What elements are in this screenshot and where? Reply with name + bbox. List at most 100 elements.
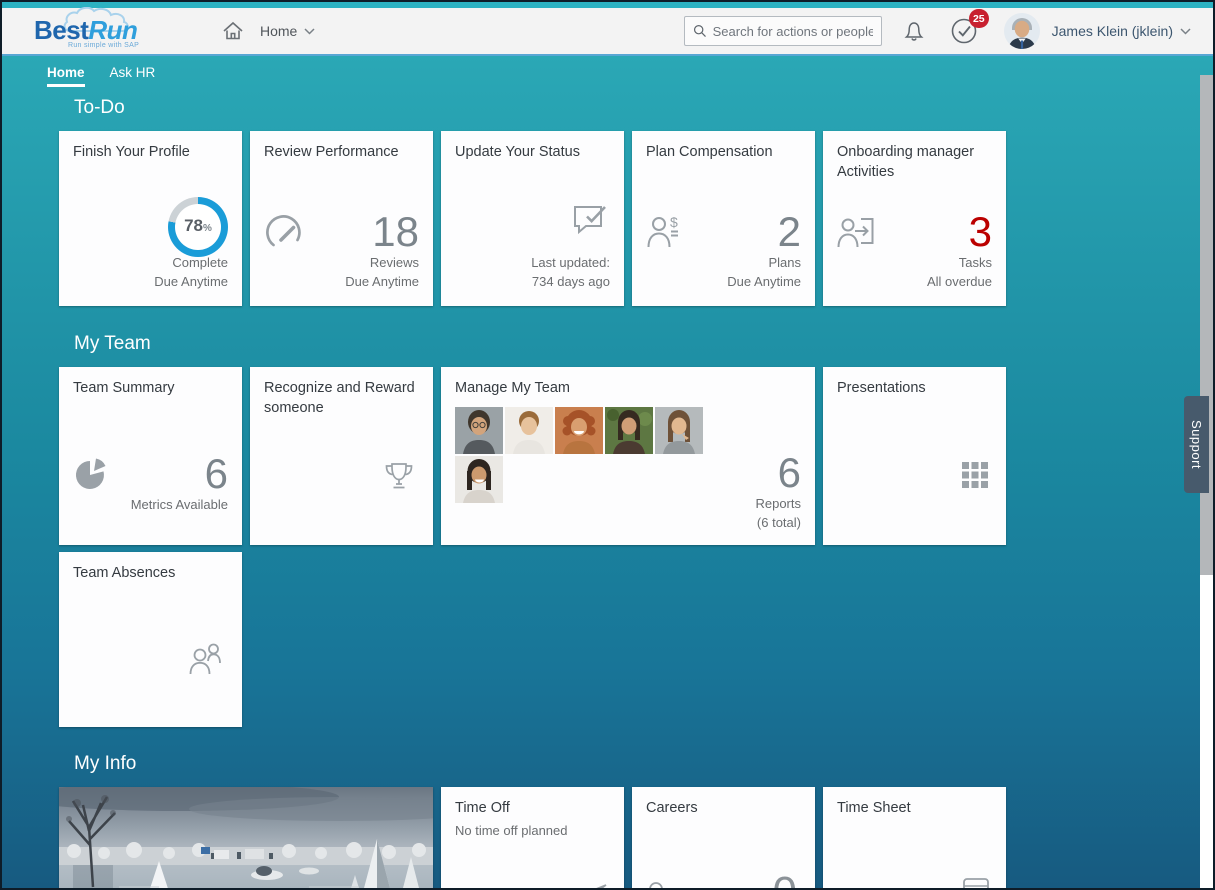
tab-ask-hr[interactable]: Ask HR bbox=[110, 65, 156, 87]
subnav-tabs: Home Ask HR bbox=[2, 56, 1213, 87]
todo-tile-row: Finish Your Profile 78% Complete Due Any… bbox=[59, 131, 1213, 306]
notifications-bell-icon[interactable] bbox=[904, 20, 924, 43]
user-menu[interactable]: James Klein (jklein) bbox=[1052, 23, 1191, 39]
profile-completion-ring: 78% bbox=[168, 197, 228, 257]
my-team-tile-row-2: Team Absences bbox=[59, 552, 1213, 727]
team-member-photo[interactable] bbox=[505, 407, 553, 454]
caption: All overdue bbox=[927, 273, 992, 292]
tile-title: Update Your Status bbox=[455, 143, 610, 163]
careers-count-partial: 0 bbox=[773, 871, 797, 890]
briefcase-icon-partial bbox=[646, 879, 676, 890]
search-input[interactable] bbox=[713, 24, 873, 39]
tile-team-absences[interactable]: Team Absences bbox=[59, 552, 242, 727]
caption: 734 days ago bbox=[531, 273, 610, 292]
search-box[interactable] bbox=[684, 16, 882, 46]
caption: Complete bbox=[154, 254, 228, 273]
user-avatar[interactable] bbox=[1004, 13, 1040, 49]
tile-title: Recognize and Reward someone bbox=[264, 379, 419, 418]
tile-title: Plan Compensation bbox=[646, 143, 801, 163]
my-team-tile-row: Team Summary 6 Metrics Available Recogni… bbox=[59, 367, 1213, 545]
people-icon bbox=[188, 642, 224, 681]
home-icon[interactable] bbox=[222, 21, 244, 41]
module-dropdown-label: Home bbox=[260, 23, 297, 39]
caption: (6 total) bbox=[755, 514, 801, 533]
tile-time-sheet[interactable]: Time Sheet bbox=[823, 787, 1006, 890]
tile-time-off[interactable]: Time Off No time off planned bbox=[441, 787, 624, 890]
tile-title: Review Performance bbox=[264, 143, 419, 163]
percent-value: 78 bbox=[184, 204, 203, 248]
reports-count: 6 bbox=[755, 451, 801, 495]
tile-captions: Last updated: 734 days ago bbox=[531, 254, 610, 292]
section-todo: To-Do Finish Your Profile 78% Complete D… bbox=[2, 97, 1213, 306]
person-arrow-icon bbox=[837, 215, 875, 254]
tab-home[interactable]: Home bbox=[47, 65, 85, 87]
tile-onboarding-manager-activities[interactable]: Onboarding manager Activities 3 Tasks Al… bbox=[823, 131, 1006, 306]
chevron-down-icon bbox=[304, 28, 315, 35]
user-display-name: James Klein (jklein) bbox=[1052, 23, 1173, 39]
logo-best: Best bbox=[34, 15, 88, 45]
tile-recognize-reward[interactable]: Recognize and Reward someone bbox=[250, 367, 433, 545]
team-member-photo[interactable] bbox=[455, 456, 503, 503]
support-tab-label: Support bbox=[1189, 420, 1204, 469]
scrollbar-thumb[interactable] bbox=[1200, 75, 1213, 575]
tile-captions: Complete Due Anytime bbox=[154, 254, 228, 292]
team-member-photo[interactable] bbox=[555, 407, 603, 454]
plane-icon-partial bbox=[584, 877, 608, 890]
my-info-tile-row: Time Off No time off planned Careers 0 T… bbox=[59, 787, 1213, 890]
caption: Due Anytime bbox=[154, 273, 228, 292]
tile-title: Team Summary bbox=[73, 379, 228, 399]
section-my-info: My Info bbox=[2, 753, 1213, 890]
header-bar: BestRun Run simple with SAP Home 25 Jame… bbox=[2, 8, 1213, 56]
tile-careers[interactable]: Careers 0 bbox=[632, 787, 815, 890]
svg-text:$: $ bbox=[670, 214, 678, 230]
bestrun-logo[interactable]: BestRun Run simple with SAP bbox=[34, 9, 184, 53]
team-member-photo[interactable] bbox=[655, 407, 703, 454]
timesheet-icon-partial bbox=[962, 877, 990, 890]
caption: Due Anytime bbox=[345, 273, 419, 292]
tile-update-your-status[interactable]: Update Your Status Last updated: 734 day… bbox=[441, 131, 624, 306]
tile-title: Careers bbox=[646, 799, 801, 819]
gauge-icon bbox=[264, 215, 304, 254]
winter-lake-photo bbox=[59, 787, 433, 890]
grid-icon bbox=[962, 462, 988, 493]
module-dropdown[interactable]: Home bbox=[260, 23, 315, 39]
tile-review-performance[interactable]: Review Performance 18 Reviews Due Anytim… bbox=[250, 131, 433, 306]
caption: Reviews bbox=[345, 254, 419, 273]
tile-finish-your-profile[interactable]: Finish Your Profile 78% Complete Due Any… bbox=[59, 131, 242, 306]
section-my-team: My Team Team Summary 6 Metrics Available… bbox=[2, 333, 1213, 727]
tile-subtitle: No time off planned bbox=[455, 823, 610, 838]
magnifier-icon bbox=[693, 23, 707, 39]
caption: Metrics Available bbox=[131, 496, 228, 515]
pie-chart-icon bbox=[73, 456, 109, 497]
reviews-count: 18 bbox=[345, 210, 419, 254]
team-member-photos bbox=[455, 407, 707, 503]
caption: Due Anytime bbox=[727, 273, 801, 292]
tile-scenic-photo[interactable] bbox=[59, 787, 433, 890]
completion-percent: 78% bbox=[175, 204, 221, 250]
tile-manage-my-team[interactable]: Manage My Team 6 Reports (6 total) bbox=[441, 367, 815, 545]
todo-count-badge: 25 bbox=[969, 9, 989, 28]
team-member-photo[interactable] bbox=[455, 407, 503, 454]
team-member-photo[interactable] bbox=[605, 407, 653, 454]
tile-kpi: 2 Plans Due Anytime bbox=[727, 210, 801, 292]
caption: Tasks bbox=[927, 254, 992, 273]
tile-team-summary[interactable]: Team Summary 6 Metrics Available bbox=[59, 367, 242, 545]
tile-plan-compensation[interactable]: Plan Compensation $ 2 Plans Due Anytime bbox=[632, 131, 815, 306]
tile-kpi: 18 Reviews Due Anytime bbox=[345, 210, 419, 292]
trophy-icon bbox=[383, 460, 415, 497]
tile-kpi: 6 Reports (6 total) bbox=[755, 451, 801, 533]
plans-count: 2 bbox=[727, 210, 801, 254]
todo-check-circle-icon[interactable]: 25 bbox=[950, 17, 978, 45]
tile-title: Time Off bbox=[455, 799, 610, 819]
my-team-heading: My Team bbox=[74, 333, 1213, 355]
chevron-down-icon bbox=[1180, 28, 1191, 35]
successfactors-home-page: BestRun Run simple with SAP Home 25 Jame… bbox=[0, 0, 1215, 890]
tile-kpi: 6 Metrics Available bbox=[131, 452, 228, 515]
overdue-count: 3 bbox=[927, 210, 992, 254]
tile-title: Manage My Team bbox=[455, 379, 801, 399]
tile-title: Team Absences bbox=[73, 564, 228, 584]
support-tab[interactable]: Support bbox=[1184, 396, 1209, 493]
tile-presentations[interactable]: Presentations bbox=[823, 367, 1006, 545]
message-check-icon bbox=[570, 201, 610, 244]
caption: Reports bbox=[755, 495, 801, 514]
